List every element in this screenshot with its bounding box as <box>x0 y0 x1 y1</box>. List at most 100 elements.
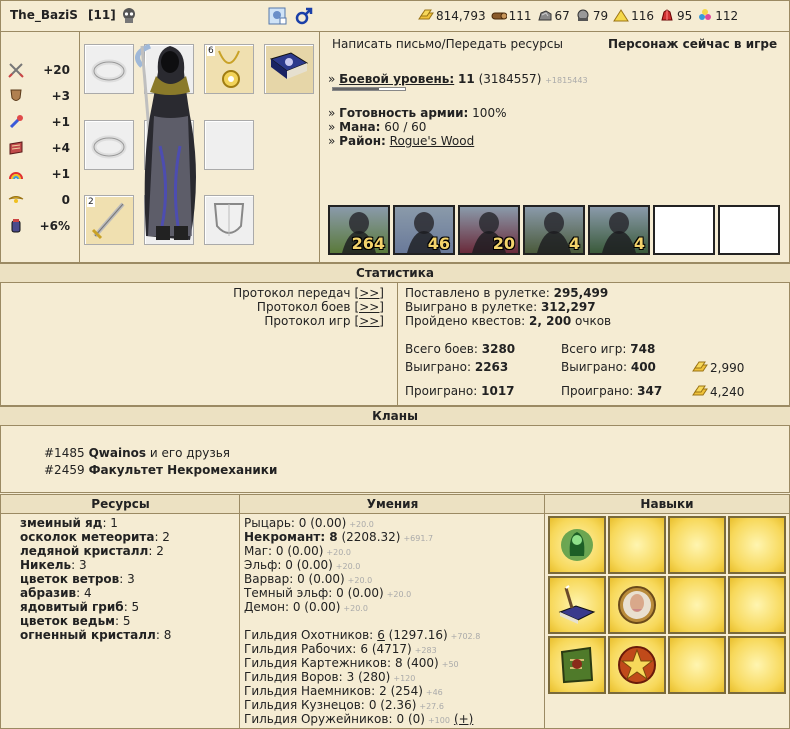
battles-lost-line: Проиграно: 1017 <box>405 384 515 398</box>
battles-lost-label: Проиграно: <box>405 384 478 398</box>
battles-won-value: 2263 <box>474 360 509 374</box>
quests-label: Пройдено квестов: <box>405 314 526 328</box>
roulette-bet-value: 295,499 <box>553 286 609 300</box>
resource-value: 112 <box>715 9 739 23</box>
perk-necromancy[interactable] <box>548 516 606 574</box>
perk-slot-7[interactable] <box>668 576 726 634</box>
quests-line: Пройдено квестов: 2, 200 очков <box>405 314 611 328</box>
ore-icon <box>537 10 552 21</box>
army-unit[interactable]: 4 <box>588 205 650 255</box>
army-unit[interactable]: 46 <box>393 205 455 255</box>
protocol-open-link[interactable]: [>>] <box>355 286 384 300</box>
army-unit-count: 264 <box>351 234 385 253</box>
roulette-bet-line: Поставлено в рулетке: 295,499 <box>405 286 608 300</box>
faction-level: 0 (0.00) <box>289 600 341 614</box>
defense-icon <box>10 89 22 101</box>
stat-knowledge: +4 <box>6 138 78 164</box>
bullet-1: » <box>328 72 336 86</box>
guild-points: (280) <box>354 670 391 684</box>
guild-next: +50 <box>441 660 459 669</box>
skills-header: Умения <box>239 494 545 514</box>
stat-value: 0 <box>61 193 70 207</box>
district-link[interactable]: Rogue's Wood <box>390 134 475 148</box>
perk-slot-8[interactable] <box>728 576 786 634</box>
resource-value: 67 <box>554 9 570 23</box>
portrait-card-icon[interactable] <box>268 6 288 26</box>
battles-total-line: Всего боев: 3280 <box>405 342 515 356</box>
combat-level-label[interactable]: Боевой уровень: <box>339 72 454 86</box>
perk-skull-medallion[interactable] <box>608 576 666 634</box>
spellpower-icon <box>9 115 23 129</box>
clan-name-link[interactable]: Qwainos <box>89 446 146 460</box>
faction-level: 0 (0.00) <box>281 558 333 572</box>
gold-won-value: 2,990 <box>710 361 745 375</box>
resource-item: змеиный яд: 1 <box>20 516 118 530</box>
perk-slot-3[interactable] <box>668 516 726 574</box>
player-nickname[interactable]: The_BaziS <box>10 8 78 22</box>
faction-level: 0 (0.00) <box>293 572 345 586</box>
resource-count: : 5 <box>114 614 131 628</box>
resource-bar: 814,793 111 67 79 116 95 112 <box>418 8 743 26</box>
stat-morale: 0 <box>6 190 78 216</box>
protocol-open-link[interactable]: [>>] <box>355 300 384 314</box>
perk-banner-scroll[interactable] <box>548 636 606 694</box>
roulette-bet-label: Поставлено в рулетке: <box>405 286 550 300</box>
exp-progress-bar <box>332 87 406 91</box>
guild-level: 6 <box>360 642 368 656</box>
army-label: Готовность армии: <box>339 106 469 120</box>
guild-points: (1297.16) <box>384 628 448 642</box>
quests-suffix: очков <box>575 314 612 328</box>
resource-count: : 3 <box>71 558 87 572</box>
morale-icon <box>8 196 24 203</box>
army-unit[interactable]: 264 <box>328 205 390 255</box>
resource-mercury: 79 <box>575 9 608 23</box>
mana-line: » Мана: 60 / 60 <box>328 120 426 134</box>
resource-item: ледяной кристалл: 2 <box>20 544 164 558</box>
games-total-label: Всего игр: <box>561 342 627 356</box>
clan-name-link[interactable]: Факультет Некромеханики <box>89 463 278 477</box>
perk-slot-4[interactable] <box>728 516 786 574</box>
guild-points: (254) <box>386 684 423 698</box>
character-figure <box>135 43 196 241</box>
guild-points: (2.36) <box>376 698 417 712</box>
faction-level: 0 (0.00) <box>272 544 324 558</box>
army-value: 100% <box>472 106 507 120</box>
guild-next: +283 <box>414 646 437 655</box>
resource-item: Никель: 3 <box>20 558 87 572</box>
spellbook-slot[interactable] <box>264 44 314 94</box>
guild-level[interactable]: 6 <box>377 628 385 642</box>
army-unit[interactable]: 20 <box>458 205 520 255</box>
gold-lost-value: 4,240 <box>710 385 745 399</box>
guild-name: Гильдия Охотников: <box>244 628 374 642</box>
statistics-panel <box>0 282 790 406</box>
combat-level-exp: (3184557) <box>478 72 542 86</box>
faction-name: Эльф: <box>244 558 282 572</box>
resource-ore: 67 <box>537 9 570 23</box>
send-message-link[interactable]: Написать письмо/Передать ресурсы <box>332 37 563 51</box>
perk-slot-12[interactable] <box>728 636 786 694</box>
crystal-icon <box>661 9 673 21</box>
army-unit[interactable]: 4 <box>523 205 585 255</box>
faction-name: Демон: <box>244 600 290 614</box>
perk-slot-2[interactable] <box>608 516 666 574</box>
perk-slot-11[interactable] <box>668 636 726 694</box>
mana-value: 60 / 60 <box>384 120 427 134</box>
perk-scroll-book[interactable] <box>548 576 606 634</box>
perk-fire-star[interactable] <box>608 636 666 694</box>
guild-skill-row: Гильдия Оружейников: 0 (0) +100 (+) <box>244 712 473 728</box>
protocol-open-link[interactable]: [>>] <box>355 314 384 328</box>
stat-value: +6% <box>39 219 70 233</box>
stat-value: +4 <box>51 141 70 155</box>
stat-attack: +20 <box>6 60 78 86</box>
resource-value: 111 <box>508 9 532 23</box>
initiative-icon <box>11 219 21 233</box>
games-lost-value: 347 <box>637 384 663 398</box>
clan-name-rest: и его друзья <box>146 446 230 460</box>
faction-level: 0 (0.00) <box>294 516 347 530</box>
resource-name: осколок метеорита <box>20 530 155 544</box>
guild-expand-button[interactable]: (+) <box>454 712 473 726</box>
luck-icon <box>9 172 23 180</box>
online-status: Персонаж сейчас в игре <box>608 37 778 51</box>
gold-icon <box>692 361 708 372</box>
resource-value: 814,793 <box>436 9 486 23</box>
